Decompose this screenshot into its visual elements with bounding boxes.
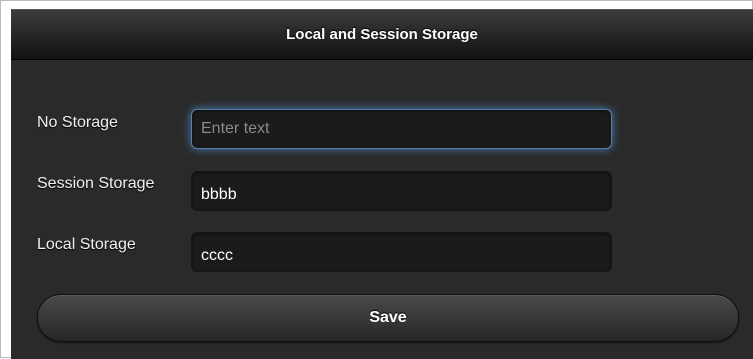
page-title: Local and Session Storage [286,26,478,43]
storage-form: No Storage Session Storage Local Storage… [11,60,753,359]
no-storage-input[interactable] [191,109,612,149]
session-storage-input[interactable] [191,171,612,211]
no-storage-label: No Storage [37,114,118,131]
app-frame: Local and Session Storage No Storage Ses… [0,0,753,359]
local-storage-input[interactable] [191,232,612,272]
save-button[interactable]: Save [37,294,739,342]
session-storage-label: Session Storage [37,175,155,192]
header-bar: Local and Session Storage [11,9,753,60]
local-storage-label: Local Storage [37,236,136,253]
